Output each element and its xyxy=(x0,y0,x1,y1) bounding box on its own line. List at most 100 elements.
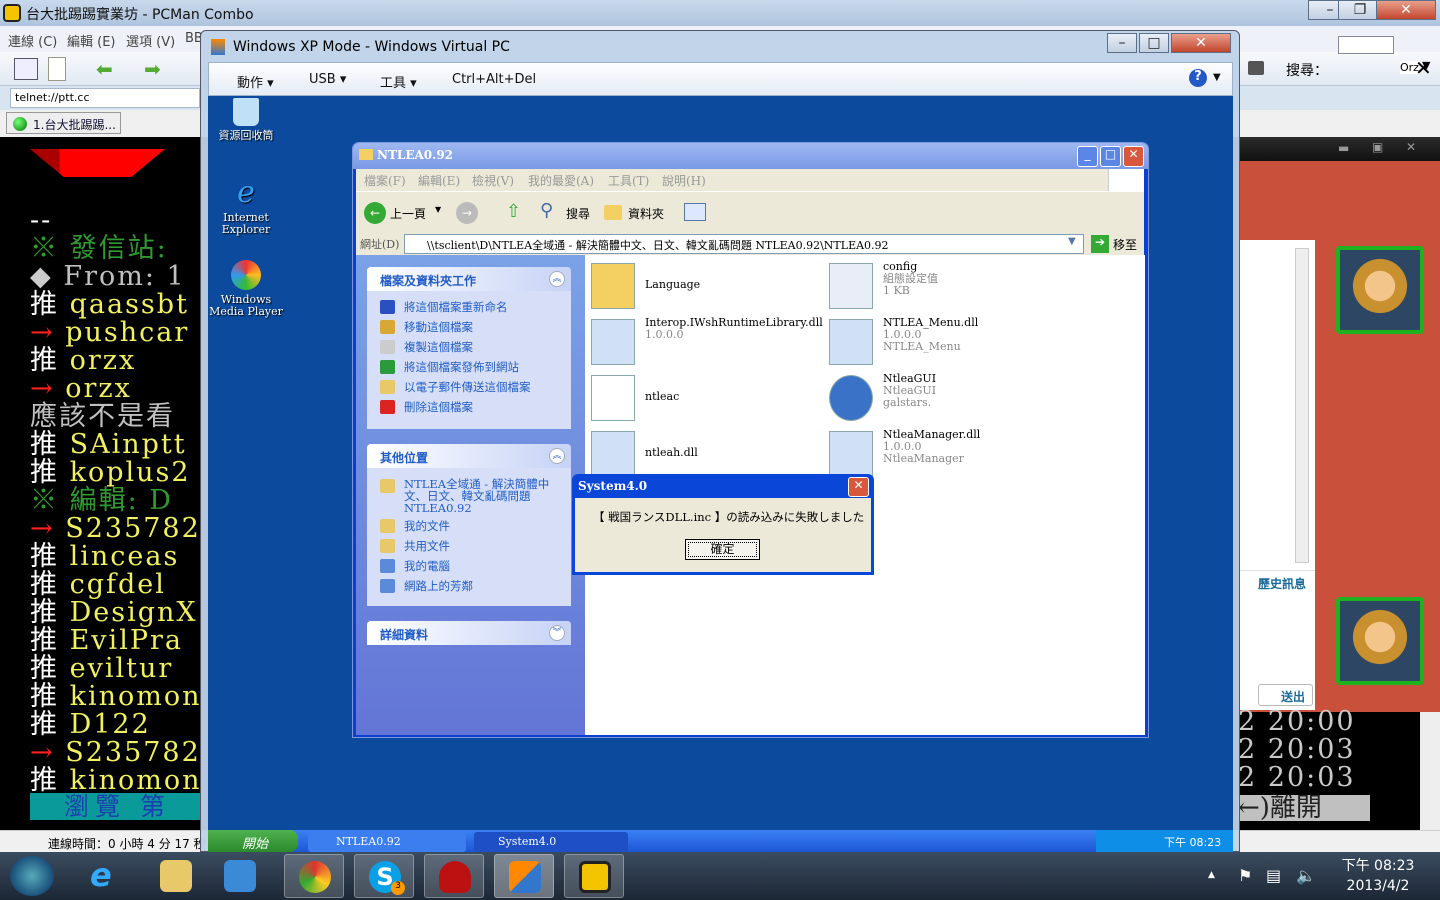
explorer-minimize-button[interactable]: _ xyxy=(1077,146,1098,167)
close-tab-icon[interactable]: ✕ xyxy=(1415,56,1432,80)
line-prefix: ※ xyxy=(30,485,59,516)
task-item[interactable]: 將這個檔案發佈到網站 xyxy=(367,357,571,377)
taskbar-chrome[interactable] xyxy=(284,854,344,898)
menu-edit[interactable]: 編輯 (E) xyxy=(67,31,116,50)
back-arrow-icon[interactable]: ⬅ xyxy=(96,59,113,79)
collapse-icon[interactable]: ︽ xyxy=(549,271,565,287)
task-item[interactable]: 將這個檔案重新命名 xyxy=(367,297,571,317)
taskbar-explorer[interactable] xyxy=(146,854,206,898)
chat-minimize-button[interactable]: ▬ xyxy=(1338,141,1349,155)
task-item[interactable]: 複製這個檔案 xyxy=(367,337,571,357)
go-icon[interactable]: ➔ xyxy=(1091,235,1109,253)
vpc-maximize-button[interactable]: □ xyxy=(1139,33,1169,53)
taskbar-skype[interactable]: S3 xyxy=(354,854,414,898)
place-item[interactable]: 網路上的芳鄰 xyxy=(367,576,571,596)
place-item[interactable]: 共用文件 xyxy=(367,536,571,556)
taskbar-pcman[interactable] xyxy=(564,854,624,898)
desktop-recycle-bin[interactable]: 資源回收筒 xyxy=(206,98,286,142)
place-item[interactable]: 我的文件 xyxy=(367,516,571,536)
up-folder-icon[interactable]: ⇧ xyxy=(506,201,524,223)
search-input[interactable] xyxy=(1338,36,1394,54)
taskbar-ie[interactable]: e xyxy=(76,854,136,898)
taskbar-game[interactable] xyxy=(424,854,484,898)
address-input[interactable]: \\tsclient\D\NTLEA全域通 - 解決簡體中文、日文、韓文亂碼問題… xyxy=(404,234,1084,254)
folders-button[interactable]: 資料夾 xyxy=(628,205,664,222)
other-places-title[interactable]: 其他位置 xyxy=(367,444,571,468)
expand-icon[interactable]: ︾ xyxy=(549,625,565,641)
explorer-close-button[interactable]: ✕ xyxy=(1123,146,1144,167)
ok-button[interactable]: 確定 xyxy=(685,539,760,560)
tab-ptt[interactable]: 1.台大批踢踢... xyxy=(6,112,121,134)
menu-view[interactable]: 檢視(V) xyxy=(472,172,514,189)
task-item[interactable]: 刪除這個檔案 xyxy=(367,397,571,417)
taskbar-system40[interactable]: System4.0 xyxy=(474,832,628,852)
menu-file[interactable]: 檔案(F) xyxy=(364,172,406,189)
views-icon[interactable] xyxy=(684,203,706,221)
file-tasks-title[interactable]: 檔案及資料夾工作 xyxy=(367,267,571,291)
menu-edit[interactable]: 編輯(E) xyxy=(418,172,460,189)
address-dropdown-icon[interactable]: ▼ xyxy=(1068,236,1076,247)
menu-connection[interactable]: 連線 (C) xyxy=(8,31,57,50)
win7-clock[interactable]: 下午 08:23 2013/4/2 xyxy=(1330,856,1426,896)
line-prefix: 推 xyxy=(30,569,59,600)
search-button[interactable]: 搜尋 xyxy=(566,205,590,222)
help-dropdown-icon[interactable]: ▼ xyxy=(1213,72,1221,83)
place-item[interactable]: NTLEA全域通 - 解決簡體中文、日文、韓文亂碼問題 NTLEA0.92 xyxy=(367,476,571,516)
file-item[interactable]: Interop.IWshRuntimeLibrary.dll 1.0.0.0 xyxy=(591,317,823,369)
back-button[interactable]: 上一頁 xyxy=(390,205,426,222)
show-hidden-icons[interactable]: ▲ xyxy=(1208,870,1215,880)
go-button[interactable]: 移至 xyxy=(1113,236,1137,253)
dialog-close-button[interactable]: ✕ xyxy=(848,477,869,497)
place-item[interactable]: 我的電腦 xyxy=(367,556,571,576)
collapse-icon[interactable]: ︽ xyxy=(549,448,565,464)
taskbar-ntlea[interactable]: NTLEA0.92 xyxy=(308,832,466,852)
help-icon[interactable]: ? xyxy=(1189,69,1207,87)
file-item[interactable]: NtleaGUI NtleaGUI galstars. xyxy=(829,373,1059,425)
volume-icon[interactable]: 🔈 xyxy=(1296,866,1316,885)
taskbar-virtual-pc[interactable] xyxy=(494,854,554,898)
explorer-maximize-button[interactable]: □ xyxy=(1100,146,1121,167)
chat-maximize-button[interactable]: ▣ xyxy=(1372,140,1383,154)
desktop-internet-explorer[interactable]: e Internet Explorer xyxy=(206,178,286,236)
new-connection-icon[interactable] xyxy=(48,57,66,81)
chat-scrollbar[interactable] xyxy=(1295,248,1309,563)
address-input[interactable]: telnet://ptt.cc xyxy=(10,88,200,108)
win7-start-button[interactable] xyxy=(10,856,54,896)
forward-arrow-icon[interactable]: ➡ xyxy=(144,59,161,79)
terminal-icon[interactable] xyxy=(1248,61,1264,75)
action-center-icon[interactable]: ⚑ xyxy=(1238,866,1252,885)
send-button[interactable]: 送出 xyxy=(1258,684,1313,706)
menu-usb[interactable]: USB ▾ xyxy=(309,72,346,87)
file-item[interactable]: ntleac xyxy=(591,373,821,425)
tab-label: 1.台大批踢踢... xyxy=(33,118,116,132)
network-icon[interactable]: ▤ xyxy=(1266,866,1281,885)
details-title[interactable]: 詳細資料 xyxy=(367,621,571,645)
task-item[interactable]: 移動這個檔案 xyxy=(367,317,571,337)
vpc-minimize-button[interactable]: – xyxy=(1107,33,1137,53)
file-item[interactable]: NTLEA_Menu.dll 1.0.0.0 NTLEA_Menu xyxy=(829,317,1059,369)
menu-options[interactable]: 選項 (V) xyxy=(126,31,175,50)
terminal-scrollbar[interactable] xyxy=(1420,712,1440,830)
pcman-close-button[interactable]: ✕ xyxy=(1376,0,1436,20)
desktop-media-player[interactable]: Windows Media Player xyxy=(206,260,286,318)
back-dropdown-icon[interactable]: ▼ xyxy=(435,205,441,214)
menu-action[interactable]: 動作 ▾ xyxy=(237,72,274,91)
menu-help[interactable]: 說明(H) xyxy=(662,172,706,189)
menu-favorites[interactable]: 我的最愛(A) xyxy=(528,172,594,189)
file-item[interactable]: Language xyxy=(591,261,821,313)
menu-tools[interactable]: 工具(T) xyxy=(608,172,649,189)
menu-tools[interactable]: 工具 ▾ xyxy=(380,72,417,91)
file-item[interactable]: config 組態設定值 1 KB xyxy=(829,261,1059,313)
back-icon[interactable]: ← xyxy=(364,202,386,224)
chat-message-panel[interactable]: 歷史訊息 送出 xyxy=(1240,240,1315,710)
ctrl-alt-del-button[interactable]: Ctrl+Alt+Del xyxy=(452,72,536,87)
chat-close-button[interactable]: ✕ xyxy=(1406,140,1416,154)
forward-icon[interactable]: → xyxy=(456,202,478,224)
history-button[interactable]: 歷史訊息 xyxy=(1240,570,1315,594)
taskbar-media[interactable] xyxy=(210,854,270,898)
start-button[interactable]: 開始 xyxy=(208,830,298,852)
address-book-icon[interactable] xyxy=(14,58,38,80)
task-item[interactable]: 以電子郵件傳送這個檔案 xyxy=(367,377,571,397)
line-text: 發信站: xyxy=(69,233,168,264)
vpc-close-button[interactable]: ✕ xyxy=(1171,33,1231,53)
